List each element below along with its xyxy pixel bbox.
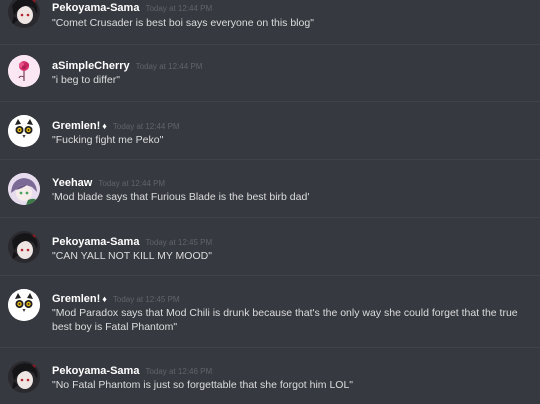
message-item: Gremlen! ♦ Today at 12:45 PM "Mod Paradox … (0, 276, 540, 347)
diamond-badge-icon: ♦ (102, 294, 107, 304)
message-text: "No Fatal Phantom is just so forgettable… (52, 379, 354, 391)
username[interactable]: Gremlen! (52, 120, 100, 132)
username[interactable]: Pekoyama-Sama (52, 2, 139, 14)
message-header: aSimpleCherry Today at 12:44 PM (52, 58, 202, 74)
diamond-badge-icon: ♦ (102, 121, 107, 131)
dark-haired-character-avatar-icon (8, 361, 40, 393)
user-avatar[interactable] (8, 0, 40, 28)
message-text: "Mod Paradox says that Mod Chili is drun… (52, 307, 518, 333)
message-item: aSimpleCherry Today at 12:44 PM "i beg to… (0, 45, 540, 101)
timestamp: Today at 12:44 PM (112, 122, 180, 131)
message-text: "Comet Crusader is best boi says everyon… (52, 17, 314, 29)
message-item: Pekoyama-Sama Today at 12:44 PM "Comet Cr… (0, 0, 540, 44)
message-header: Yeehaw Today at 12:44 PM (52, 175, 165, 191)
message-header: Pekoyama-Sama Today at 12:45 PM (52, 234, 212, 250)
user-avatar[interactable] (8, 361, 40, 393)
dark-haired-character-avatar-icon (8, 0, 40, 28)
timestamp: Today at 12:44 PM (98, 179, 166, 188)
dark-haired-character-avatar-icon (8, 231, 40, 263)
user-avatar[interactable] (8, 115, 40, 147)
username[interactable]: Pekoyama-Sama (52, 365, 139, 377)
chat-message-list: Pekoyama-Sama Today at 12:44 PM "Comet Cr… (0, 0, 540, 404)
message-header: Pekoyama-Sama Today at 12:44 PM (52, 0, 212, 16)
white-owl-avatar-icon (8, 289, 40, 321)
message-header: Pekoyama-Sama Today at 12:46 PM (52, 363, 212, 379)
user-avatar[interactable] (8, 231, 40, 263)
message-item: Pekoyama-Sama Today at 12:45 PM "CAN YALL… (0, 218, 540, 275)
message-text: 'Mod blade says that Furious Blade is th… (52, 191, 310, 203)
username[interactable]: Yeehaw (52, 177, 92, 189)
user-avatar[interactable] (8, 173, 40, 205)
message-text: "i beg to differ" (52, 74, 120, 86)
username[interactable]: aSimpleCherry (52, 60, 130, 72)
timestamp: Today at 12:45 PM (112, 295, 180, 304)
message-text: "Fucking fight me Peko" (52, 134, 164, 146)
timestamp: Today at 12:46 PM (145, 367, 213, 376)
message-item: Yeehaw Today at 12:44 PM 'Mod blade says … (0, 160, 540, 217)
message-item: Pekoyama-Sama Today at 12:46 PM "No Fatal… (0, 348, 540, 404)
username[interactable]: Gremlen! (52, 293, 100, 305)
message-text: "CAN YALL NOT KILL MY MOOD" (52, 250, 212, 262)
message-item: Gremlen! ♦ Today at 12:44 PM "Fucking figh… (0, 102, 540, 158)
user-avatar[interactable] (8, 55, 40, 87)
user-avatar[interactable] (8, 289, 40, 321)
pink-rose-avatar-icon (8, 55, 40, 87)
username[interactable]: Pekoyama-Sama (52, 236, 139, 248)
timestamp: Today at 12:44 PM (135, 62, 203, 71)
timestamp: Today at 12:44 PM (145, 4, 213, 13)
white-owl-avatar-icon (8, 115, 40, 147)
message-header: Gremlen! ♦ Today at 12:45 PM (52, 291, 180, 307)
message-header: Gremlen! ♦ Today at 12:44 PM (52, 118, 180, 134)
timestamp: Today at 12:45 PM (145, 238, 213, 247)
purple-anime-character-avatar-icon (8, 173, 40, 205)
